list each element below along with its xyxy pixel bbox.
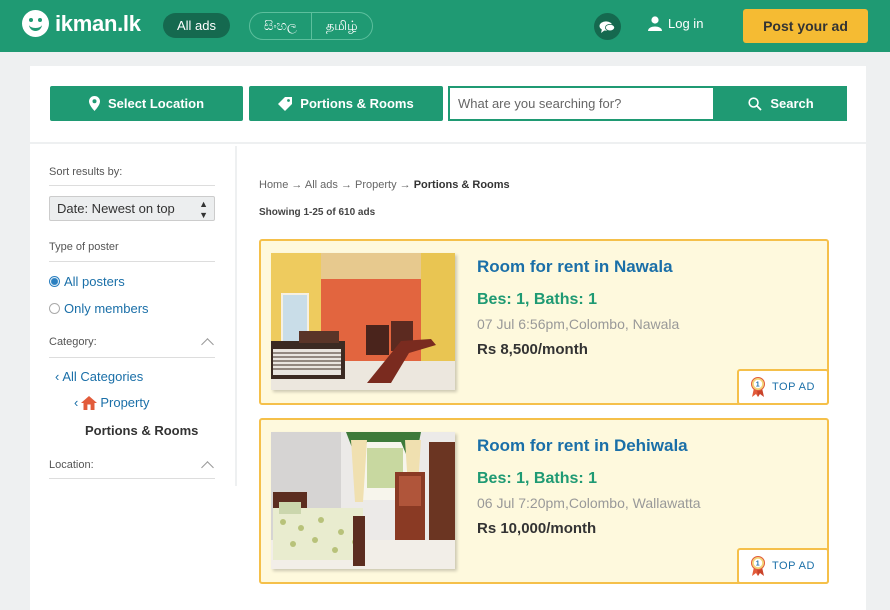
post-your-ad-button[interactable]: Post your ad bbox=[743, 9, 868, 43]
arrow-right-icon: → bbox=[399, 179, 411, 191]
room-photo-image bbox=[271, 432, 455, 569]
select-category-button[interactable]: Portions & Rooms bbox=[249, 86, 443, 121]
main-panel: Select Location Portions & Rooms What ar… bbox=[30, 66, 866, 610]
ad-date-location: 06 Jul 7:20pm,Colombo, Wallawatta bbox=[477, 495, 701, 511]
chevron-left-icon: ‹ bbox=[74, 395, 79, 410]
language-tamil-button[interactable]: தமிழ் bbox=[310, 13, 372, 39]
divider bbox=[49, 478, 215, 479]
language-sinhala-button[interactable]: සිංහල bbox=[250, 13, 311, 39]
radio-label: Only members bbox=[64, 301, 149, 316]
breadcrumb: Home → All ads → Property → Portions & R… bbox=[259, 179, 510, 191]
ad-specs: Bes: 1, Baths: 1 bbox=[477, 291, 598, 308]
smiley-logo-icon bbox=[22, 10, 49, 37]
search-input[interactable]: What are you searching for? bbox=[448, 86, 715, 121]
location-pin-icon bbox=[88, 96, 100, 111]
search-icon bbox=[748, 96, 762, 111]
search-button-label: Search bbox=[770, 96, 814, 111]
chevron-left-icon: ‹ bbox=[55, 369, 60, 384]
breadcrumb-current: Portions & Rooms bbox=[413, 179, 510, 191]
search-bar: Select Location Portions & Rooms What ar… bbox=[30, 66, 866, 144]
select-location-button[interactable]: Select Location bbox=[50, 86, 243, 121]
current-category: Portions & Rooms bbox=[85, 423, 199, 438]
arrow-right-icon: → bbox=[340, 179, 352, 191]
filters-sidebar: Sort results by: Date: Newest on top ▲ ▼ … bbox=[30, 146, 237, 486]
poster-type-label: Type of poster bbox=[49, 241, 119, 253]
ad-price: Rs 10,000/month bbox=[477, 520, 597, 537]
radio-only-members[interactable]: Only members bbox=[49, 301, 149, 316]
top-ad-badge: 1 TOP AD bbox=[737, 369, 829, 405]
top-ad-label: TOP AD bbox=[772, 560, 815, 572]
tag-icon bbox=[278, 96, 293, 111]
room-photo[interactable] bbox=[271, 253, 455, 390]
room-photo[interactable] bbox=[271, 432, 455, 569]
sort-select[interactable]: Date: Newest on top ▲ ▼ bbox=[49, 196, 215, 221]
property-label: Property bbox=[100, 395, 150, 410]
radio-checked-icon bbox=[49, 276, 60, 287]
radio-unchecked-icon bbox=[49, 303, 60, 314]
ad-specs: Bes: 1, Baths: 1 bbox=[477, 470, 598, 487]
breadcrumb-home[interactable]: Home bbox=[259, 179, 288, 191]
chat-button[interactable] bbox=[594, 13, 621, 40]
ikman-logo[interactable]: ikman.lk bbox=[22, 10, 141, 37]
ad-listing[interactable]: Room for rent in Nawala Bes: 1, Baths: 1… bbox=[259, 239, 829, 405]
svg-text:1: 1 bbox=[756, 561, 760, 568]
breadcrumb-property[interactable]: Property bbox=[355, 179, 397, 191]
ad-title[interactable]: Room for rent in Nawala bbox=[477, 257, 673, 277]
user-icon bbox=[648, 16, 662, 31]
category-filter-label: Category: bbox=[49, 336, 97, 348]
all-ads-button[interactable]: All ads bbox=[163, 13, 231, 38]
select-arrows-icon: ▲ ▼ bbox=[199, 199, 208, 220]
all-categories-label: All Categories bbox=[62, 369, 144, 384]
search-button[interactable]: Search bbox=[715, 86, 847, 121]
divider bbox=[49, 261, 215, 262]
logo-text: ikman.lk bbox=[55, 10, 141, 36]
login-link[interactable]: Log in bbox=[648, 16, 703, 31]
ad-price: Rs 8,500/month bbox=[477, 341, 588, 358]
ad-listing[interactable]: Room for rent in Dehiwala Bes: 1, Baths:… bbox=[259, 418, 829, 584]
ribbon-badge-icon: 1 bbox=[751, 556, 766, 576]
ad-title[interactable]: Room for rent in Dehiwala bbox=[477, 436, 688, 456]
radio-all-posters[interactable]: All posters bbox=[49, 274, 125, 289]
ad-date-location: 07 Jul 6:56pm,Colombo, Nawala bbox=[477, 316, 680, 332]
arrow-right-icon: → bbox=[291, 179, 303, 191]
select-location-label: Select Location bbox=[107, 96, 205, 111]
house-icon bbox=[81, 395, 98, 410]
login-label: Log in bbox=[668, 16, 704, 31]
category-label: Portions & Rooms bbox=[300, 96, 414, 111]
radio-label: All posters bbox=[64, 274, 125, 289]
divider bbox=[49, 357, 215, 358]
collapse-location-icon[interactable] bbox=[201, 461, 214, 474]
collapse-category-icon[interactable] bbox=[201, 338, 214, 351]
location-filter-label: Location: bbox=[49, 459, 94, 471]
divider bbox=[49, 185, 215, 186]
top-ad-badge: 1 TOP AD bbox=[737, 548, 829, 584]
language-switcher: සිංහල தமிழ் bbox=[249, 12, 373, 40]
ribbon-badge-icon: 1 bbox=[751, 377, 766, 397]
breadcrumb-all-ads[interactable]: All ads bbox=[305, 179, 338, 191]
top-navigation-bar: ikman.lk All ads සිංහල தமிழ் Log in Post… bbox=[0, 0, 890, 52]
property-link[interactable]: ‹ Property bbox=[74, 395, 149, 410]
chat-bubbles-icon bbox=[599, 20, 615, 33]
sort-selected-value: Date: Newest on top bbox=[57, 201, 175, 216]
results-count: Showing 1-25 of 610 ads bbox=[259, 207, 376, 218]
room-photo-image bbox=[271, 253, 455, 390]
top-ad-label: TOP AD bbox=[772, 381, 815, 393]
sort-label: Sort results by: bbox=[49, 166, 123, 178]
all-categories-link[interactable]: ‹ All Categories bbox=[55, 369, 143, 384]
svg-text:1: 1 bbox=[756, 382, 760, 389]
